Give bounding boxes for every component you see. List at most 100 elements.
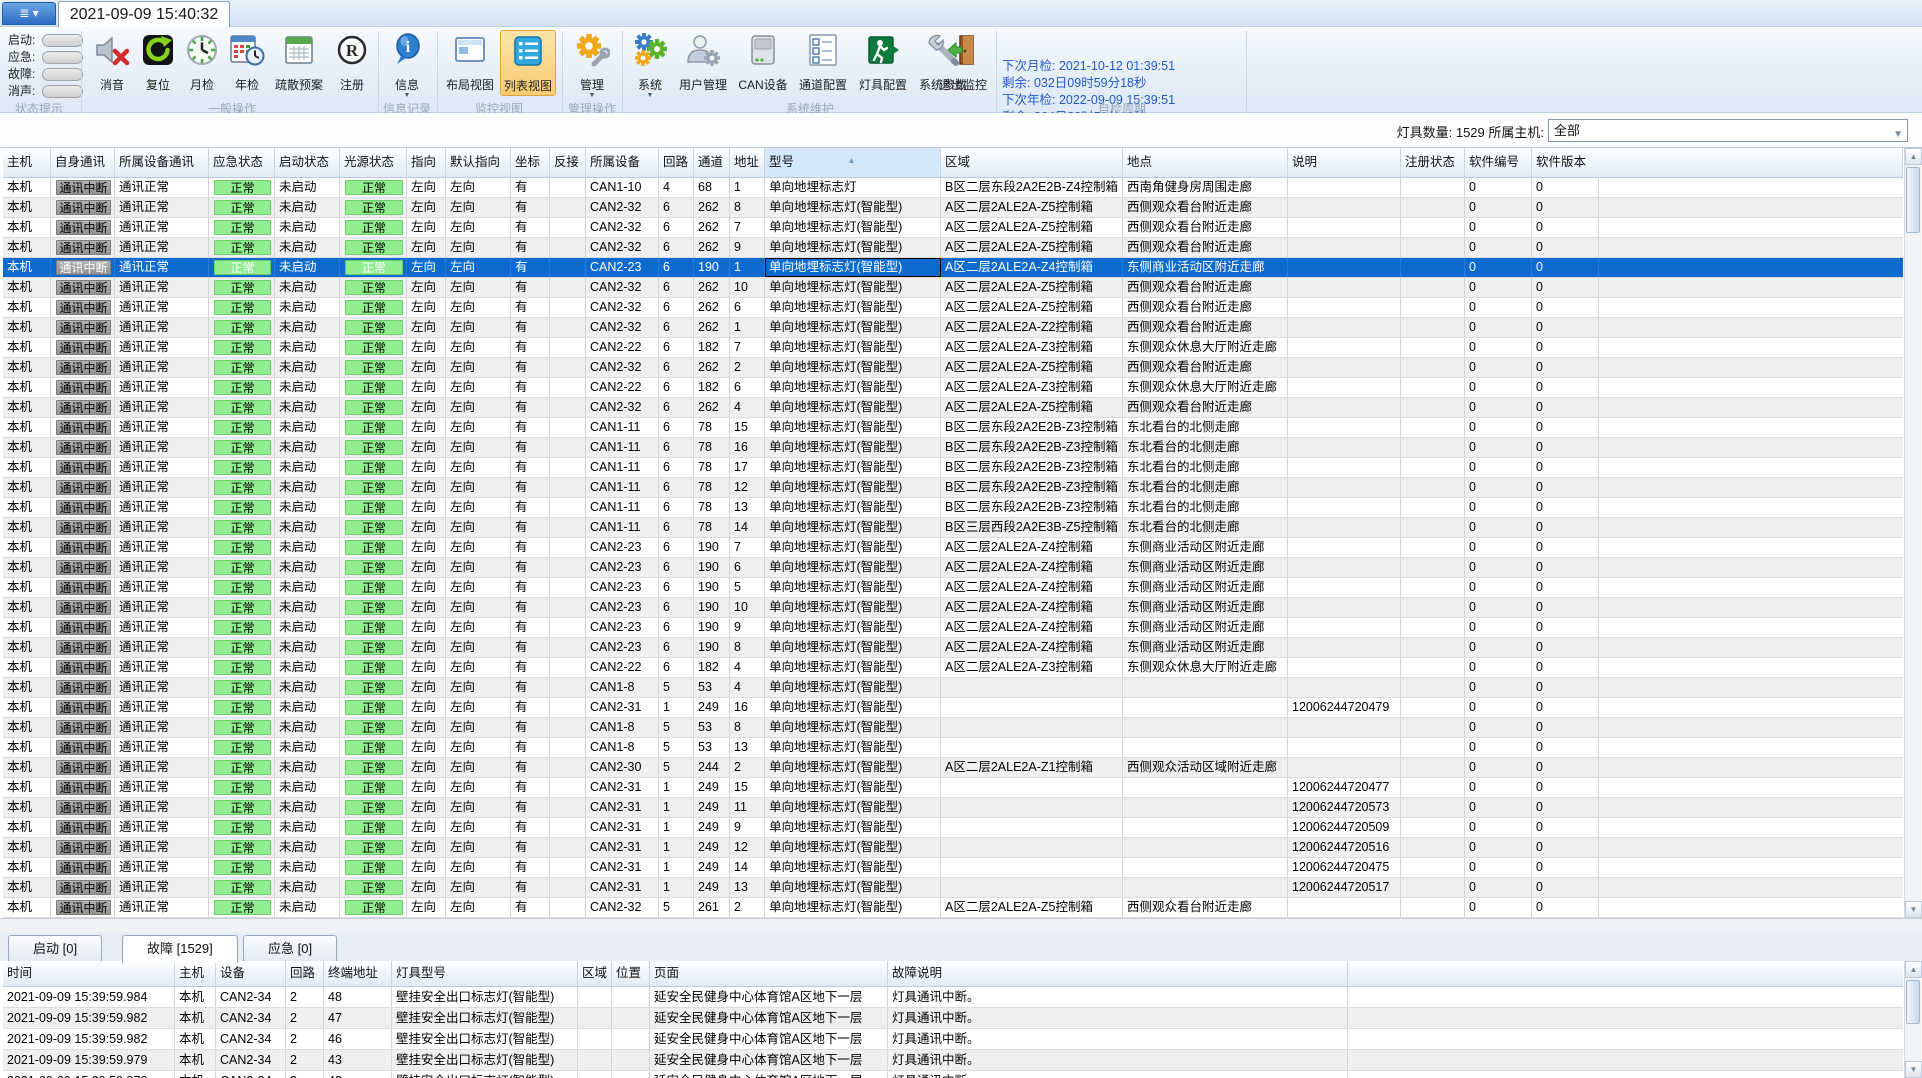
table-row[interactable]: 本机 通讯中断 通讯正常 正常 未启动 正常 左向 左向有 CAN1-8 5 53 8 单向地埋标志灯(… xyxy=(3,718,1903,738)
column-header[interactable]: 注册状态 xyxy=(1401,148,1465,177)
column-header[interactable]: 通道 xyxy=(694,148,730,177)
table-row[interactable]: 本机 通讯中断 通讯正常 正常 未启动 正常 左向 左向有 CAN2-23 6 190 6 单向地埋标志… xyxy=(3,558,1903,578)
table-row[interactable]: 本机 通讯中断 通讯正常 正常 未启动 正常 左向 左向有 CAN2-30 5 244 2 单向地埋标志… xyxy=(3,758,1903,778)
column-header[interactable]: 型号 ▲ xyxy=(765,148,941,177)
table-row[interactable]: 本机 通讯中断 通讯正常 正常 未启动 正常 左向 左向有 CAN2-32 5 261 2 单向地埋标志… xyxy=(3,898,1903,918)
table-row[interactable]: 本机 通讯中断 通讯正常 正常 未启动 正常 左向 左向有 CAN2-22 6 182 7 单向地埋标志… xyxy=(3,338,1903,358)
column-header[interactable]: 坐标 xyxy=(511,148,550,177)
column-header[interactable]: 说明 xyxy=(1288,148,1401,177)
user-manage-button[interactable]: 用户管理 xyxy=(674,30,732,96)
column-header[interactable]: 灯具型号 xyxy=(392,961,578,986)
table-row[interactable]: 本机 通讯中断 通讯正常 正常 未启动 正常 左向 左向有 CAN2-31 1 249 12 单向地埋标… xyxy=(3,838,1903,858)
column-header[interactable]: 启动状态 xyxy=(275,148,340,177)
scroll-down-icon[interactable]: ▼ xyxy=(1905,1061,1922,1078)
table-row[interactable]: 本机 通讯中断 通讯正常 正常 未启动 正常 左向 左向有 CAN2-32 6 262 2 单向地埋标志… xyxy=(3,358,1903,378)
table-row[interactable]: 本机 通讯中断 通讯正常 正常 未启动 正常 左向 左向有 CAN2-23 6 190 9 单向地埋标志… xyxy=(3,618,1903,638)
fault-row[interactable]: 2021-09-09 15:39:59.982 本机 CAN2-34 2 47 壁挂安全出… xyxy=(3,1008,1903,1029)
table-row[interactable]: 本机 通讯中断 通讯正常 正常 未启动 正常 左向 左向有 CAN2-23 6 190 5 单向地埋标志… xyxy=(3,578,1903,598)
column-header[interactable]: 主机 xyxy=(3,148,51,177)
table-row[interactable]: 本机 通讯中断 通讯正常 正常 未启动 正常 左向 左向有 CAN2-32 6 262 8 单向地埋标志… xyxy=(3,198,1903,218)
table-row[interactable]: 本机 通讯中断 通讯正常 正常 未启动 正常 左向 左向有 CAN2-32 6 262 4 单向地埋标志… xyxy=(3,398,1903,418)
table-row[interactable]: 本机 通讯中断 通讯正常 正常 未启动 正常 左向 左向有 CAN2-32 6 262 7 单向地埋标志… xyxy=(3,218,1903,238)
column-header[interactable]: 终端地址 xyxy=(324,961,392,986)
channel-config-button[interactable]: 通道配置 xyxy=(794,30,852,96)
table-row[interactable]: 本机 通讯中断 通讯正常 正常 未启动 正常 左向 左向有 CAN1-11 6 78 17 单向地埋标志… xyxy=(3,458,1903,478)
column-header[interactable]: 时间 xyxy=(3,961,175,986)
layout-view-button[interactable]: 布局视图 xyxy=(442,30,498,96)
table-row[interactable]: 本机 通讯中断 通讯正常 正常 未启动 正常 左向 左向有 CAN2-22 6 182 4 单向地埋标志… xyxy=(3,658,1903,678)
system-button[interactable]: 系统 ▼ xyxy=(628,30,672,99)
column-header[interactable]: 自身通讯 xyxy=(51,148,115,177)
host-select[interactable]: 全部 ▼ xyxy=(1548,119,1908,142)
month-check-button[interactable]: 月检 xyxy=(180,30,224,96)
info-button[interactable]: i 信息 ▼ xyxy=(384,30,430,99)
table-row[interactable]: 本机 通讯中断 通讯正常 正常 未启动 正常 左向 左向有 CAN1-11 6 78 14 单向地埋标志… xyxy=(3,518,1903,538)
table-row[interactable]: 本机 通讯中断 通讯正常 正常 未启动 正常 左向 左向有 CAN2-31 1 249 16 单向地埋标… xyxy=(3,698,1903,718)
table-row[interactable]: 本机 通讯中断 通讯正常 正常 未启动 正常 左向 左向有 CAN1-8 5 53 13 单向地埋标志灯… xyxy=(3,738,1903,758)
fault-row[interactable]: 2021-09-09 15:39:59.982 本机 CAN2-34 2 46 壁挂安全出… xyxy=(3,1029,1903,1050)
table-row[interactable]: 本机 通讯中断 通讯正常 正常 未启动 正常 左向 左向有 CAN2-32 6 262 9 单向地埋标志… xyxy=(3,238,1903,258)
column-header[interactable]: 地点 xyxy=(1123,148,1288,177)
scrollbar-thumb[interactable] xyxy=(1906,167,1920,233)
column-header[interactable]: 光源状态 xyxy=(340,148,407,177)
fault-row[interactable]: 2021-09-09 15:39:59.984 本机 CAN2-34 2 48 壁挂安全出… xyxy=(3,987,1903,1008)
column-header[interactable]: 主机 xyxy=(175,961,216,986)
register-button[interactable]: R 注册 xyxy=(330,30,374,96)
column-header[interactable]: 设备 xyxy=(216,961,286,986)
column-header[interactable]: 反接 xyxy=(550,148,586,177)
reset-button[interactable]: 复位 xyxy=(136,30,180,96)
tab-fault[interactable]: 故障 [1529] xyxy=(122,935,238,963)
table-row[interactable]: 本机 通讯中断 通讯正常 正常 未启动 正常 左向 左向有 CAN2-32 6 262 1 单向地埋标志… xyxy=(3,318,1903,338)
table-row[interactable]: 本机 通讯中断 通讯正常 正常 未启动 正常 左向 左向有 CAN2-31 1 249 11 单向地埋标… xyxy=(3,798,1903,818)
scroll-down-icon[interactable]: ▼ xyxy=(1905,901,1922,918)
column-header[interactable]: 所属设备 xyxy=(586,148,659,177)
column-header[interactable]: 应急状态 xyxy=(209,148,275,177)
table-row[interactable]: 本机 通讯中断 通讯正常 正常 未启动 正常 左向 左向有 CAN1-10 4 68 1 单向地埋标志灯… xyxy=(3,178,1903,198)
table-row[interactable]: 本机 通讯中断 通讯正常 正常 未启动 正常 左向 左向有 CAN2-31 1 249 15 单向地埋标… xyxy=(3,778,1903,798)
table-row[interactable]: 本机 通讯中断 通讯正常 正常 未启动 正常 左向 左向有 CAN1-11 6 78 13 单向地埋标志… xyxy=(3,498,1903,518)
table-row[interactable]: 本机 通讯中断 通讯正常 正常 未启动 正常 左向 左向有 CAN1-11 6 78 15 单向地埋标志… xyxy=(3,418,1903,438)
column-header[interactable]: 默认指向 xyxy=(446,148,511,177)
can-device-button[interactable]: CAN设备 xyxy=(734,30,792,96)
column-header[interactable]: 所属设备通讯 xyxy=(115,148,209,177)
table-row[interactable]: 本机 通讯中断 通讯正常 正常 未启动 正常 左向 左向有 CAN2-23 6 190 8 单向地埋标志… xyxy=(3,638,1903,658)
column-header[interactable]: 地址 xyxy=(730,148,765,177)
time-tab[interactable]: 2021-09-09 15:40:32 xyxy=(58,1,230,27)
column-header[interactable]: 回路 xyxy=(659,148,694,177)
scroll-up-icon[interactable]: ▲ xyxy=(1905,961,1922,978)
column-header[interactable]: 指向 xyxy=(407,148,446,177)
app-menu-button[interactable]: ≣ ▾ xyxy=(2,2,56,25)
table-row[interactable]: 本机 通讯中断 通讯正常 正常 未启动 正常 左向 左向有 CAN2-23 6 190 1 单向地埋标志… xyxy=(3,258,1903,278)
column-header[interactable]: 软件编号 xyxy=(1465,148,1532,177)
manage-button[interactable]: 管理 ▼ xyxy=(568,30,616,99)
column-header[interactable]: 回路 xyxy=(286,961,324,986)
table-row[interactable]: 本机 通讯中断 通讯正常 正常 未启动 正常 左向 左向有 CAN2-32 6 262 6 单向地埋标志… xyxy=(3,298,1903,318)
table-row[interactable]: 本机 通讯中断 通讯正常 正常 未启动 正常 左向 左向有 CAN2-23 6 190 7 单向地埋标志… xyxy=(3,538,1903,558)
table-row[interactable]: 本机 通讯中断 通讯正常 正常 未启动 正常 左向 左向有 CAN2-31 1 249 14 单向地埋标… xyxy=(3,858,1903,878)
table-row[interactable]: 本机 通讯中断 通讯正常 正常 未启动 正常 左向 左向有 CAN2-23 6 190 10 单向地埋标… xyxy=(3,598,1903,618)
evacuation-plan-button[interactable]: 疏散预案 xyxy=(270,30,328,96)
table-row[interactable]: 本机 通讯中断 通讯正常 正常 未启动 正常 左向 左向有 CAN2-22 6 182 6 单向地埋标志… xyxy=(3,378,1903,398)
lamp-config-button[interactable]: 灯具配置 xyxy=(854,30,912,96)
column-header[interactable]: 页面 xyxy=(650,961,888,986)
column-header[interactable]: 软件版本 xyxy=(1532,148,1903,177)
table-row[interactable]: 本机 通讯中断 通讯正常 正常 未启动 正常 左向 左向有 CAN2-31 1 249 13 单向地埋标… xyxy=(3,878,1903,898)
year-check-button[interactable]: 年检 xyxy=(224,30,270,96)
column-header[interactable]: 故障说明 xyxy=(888,961,1348,986)
column-header[interactable]: 区域 xyxy=(578,961,612,986)
table-row[interactable]: 本机 通讯中断 通讯正常 正常 未启动 正常 左向 左向有 CAN1-11 6 78 16 单向地埋标志… xyxy=(3,438,1903,458)
scroll-up-icon[interactable]: ▲ xyxy=(1905,148,1922,165)
list-view-button[interactable]: 列表视图 xyxy=(500,30,556,96)
table-row[interactable]: 本机 通讯中断 通讯正常 正常 未启动 正常 左向 左向有 CAN1-11 6 78 12 单向地埋标志… xyxy=(3,478,1903,498)
mute-button[interactable]: 消音 xyxy=(90,30,134,96)
fault-row[interactable]: 2021-09-09 15:39:59.978本机CAN2-34242壁挂安全出… xyxy=(3,1071,1903,1078)
column-header[interactable]: 区域 xyxy=(941,148,1123,177)
table-row[interactable]: 本机 通讯中断 通讯正常 正常 未启动 正常 左向 左向有 CAN2-32 6 262 10 单向地埋标… xyxy=(3,278,1903,298)
fault-scrollbar[interactable]: ▲ ▼ xyxy=(1904,961,1922,1078)
tab-emergency[interactable]: 应急 [0] xyxy=(243,935,338,961)
fault-row[interactable]: 2021-09-09 15:39:59.979 本机 CAN2-34 2 43 壁挂安全出… xyxy=(3,1050,1903,1071)
scrollbar-thumb[interactable] xyxy=(1906,980,1920,1024)
exit-monitor-button[interactable]: 退出监控 xyxy=(934,30,992,96)
table-row[interactable]: 本机 通讯中断 通讯正常 正常 未启动 正常 左向 左向有 CAN1-8 5 53 4 单向地埋标志灯(… xyxy=(3,678,1903,698)
column-header[interactable]: 位置 xyxy=(612,961,650,986)
